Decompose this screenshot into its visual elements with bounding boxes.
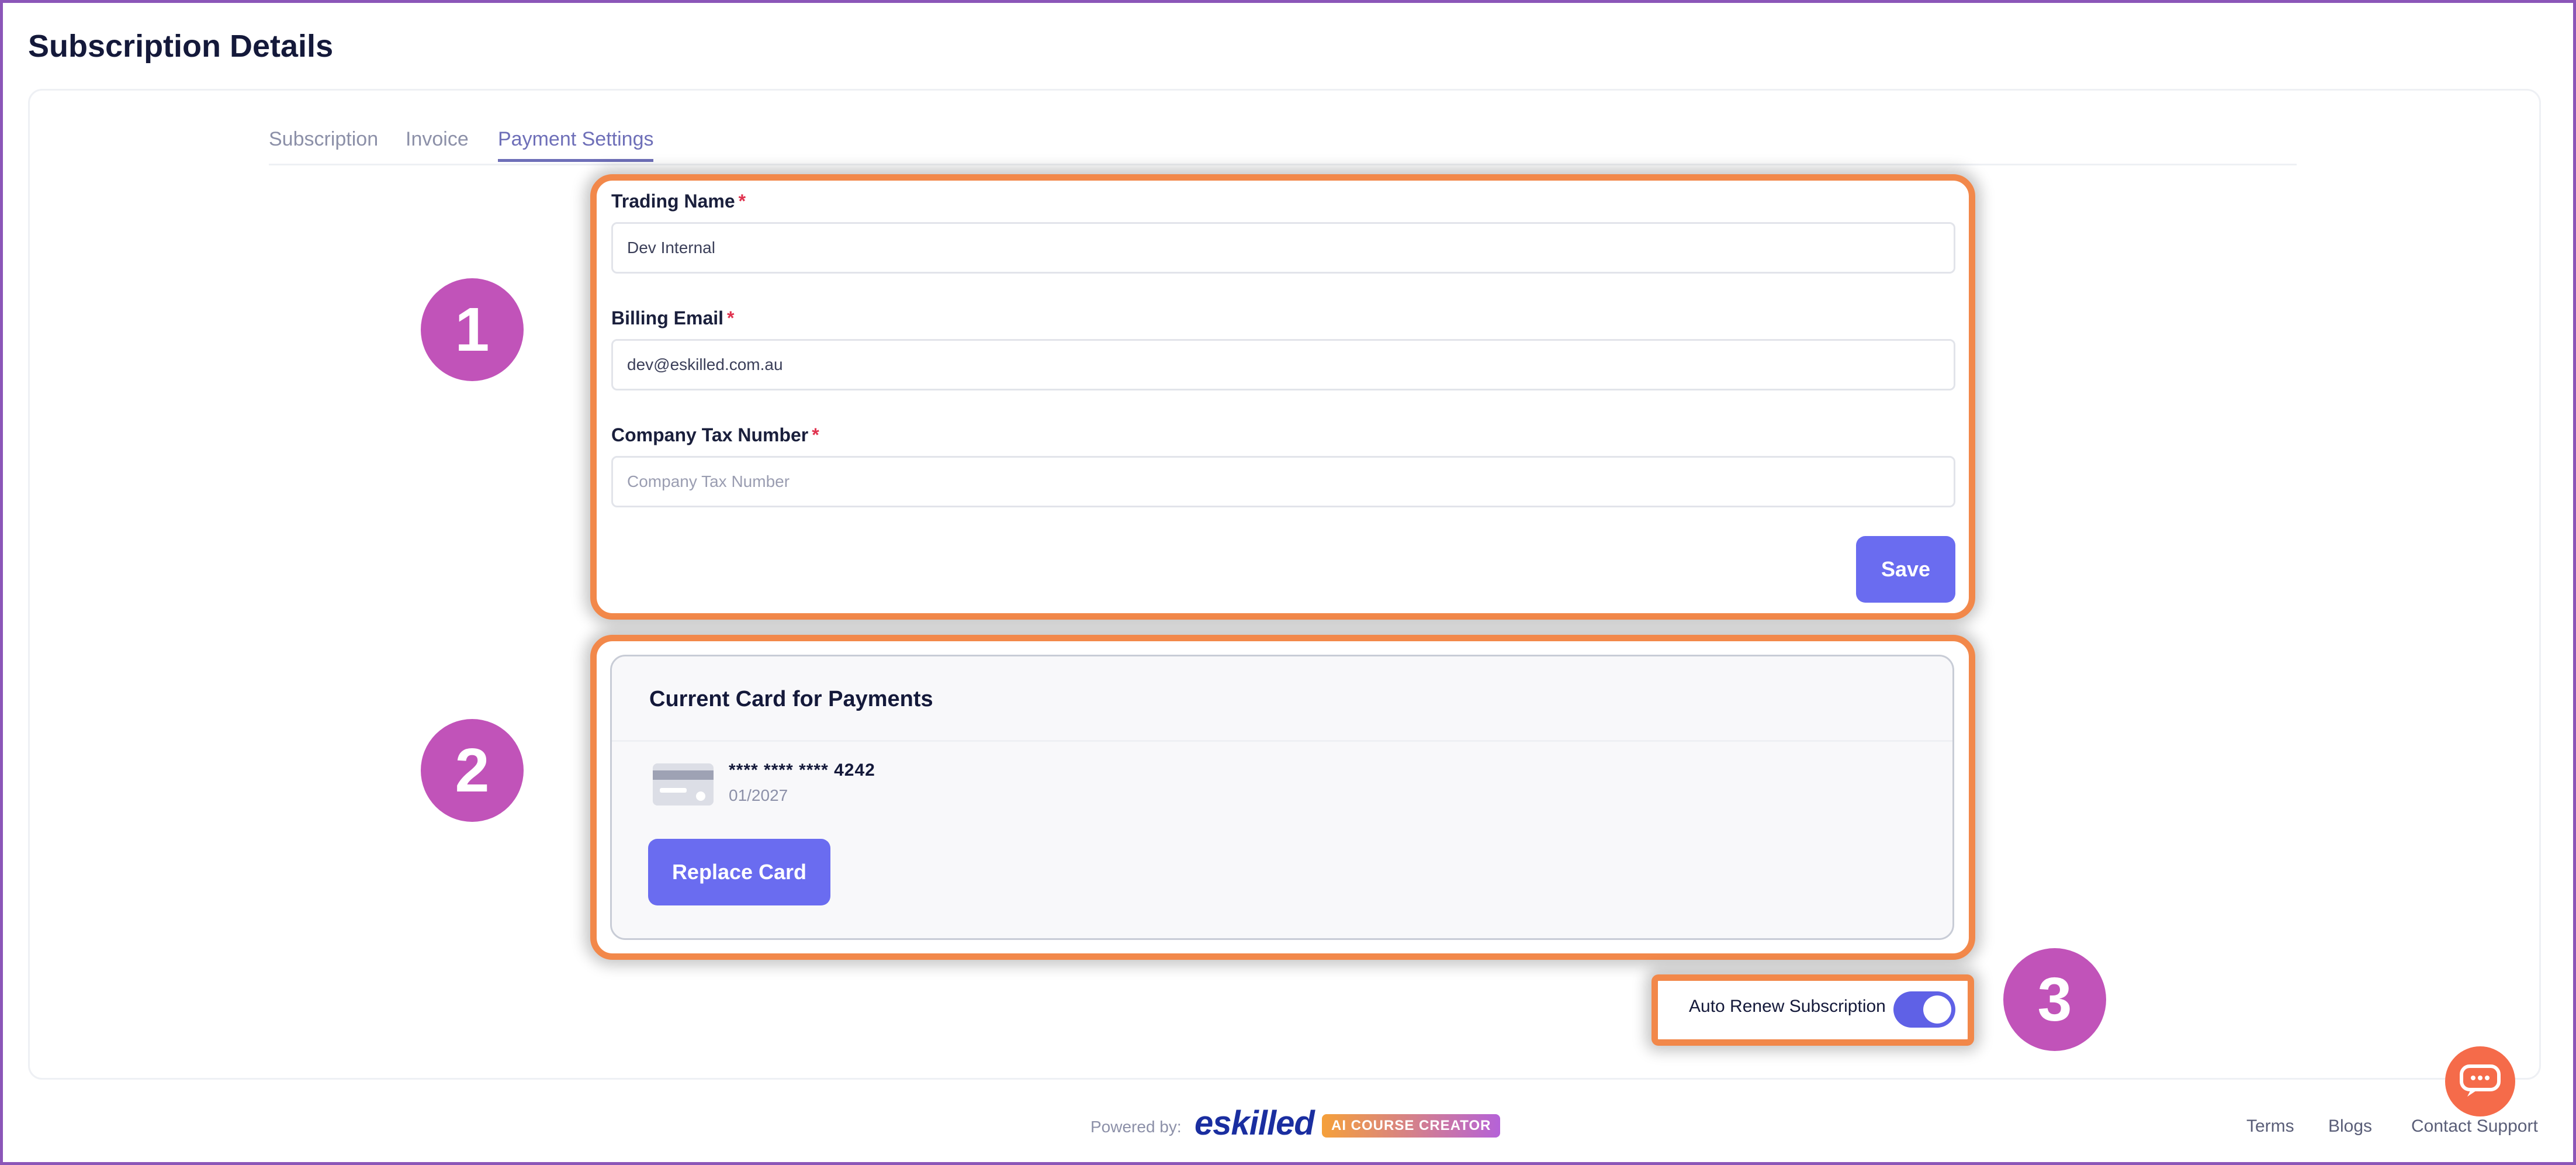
trading-name-label: Trading Name * bbox=[611, 191, 746, 212]
required-marker: * bbox=[738, 191, 746, 212]
billing-email-label-text: Billing Email bbox=[611, 307, 724, 329]
eskilled-logo: eskilled bbox=[1194, 1104, 1315, 1142]
chat-support-button[interactable] bbox=[2445, 1046, 2515, 1116]
toggle-knob bbox=[1923, 995, 1951, 1024]
card-panel-title: Current Card for Payments bbox=[649, 687, 933, 711]
footer-link-contact-support[interactable]: Contact Support bbox=[2411, 1116, 2538, 1136]
footer-link-terms[interactable]: Terms bbox=[2246, 1116, 2294, 1136]
card-mask: **** **** **** bbox=[729, 760, 829, 780]
annotation-step-3: 3 bbox=[2003, 948, 2106, 1051]
annotation-step-1: 1 bbox=[421, 278, 524, 381]
annotation-step-2: 2 bbox=[421, 719, 524, 822]
billing-email-input[interactable] bbox=[611, 339, 1955, 390]
tax-number-input[interactable] bbox=[611, 456, 1955, 507]
required-marker: * bbox=[727, 307, 735, 329]
trading-name-input[interactable] bbox=[611, 222, 1955, 274]
page-title: Subscription Details bbox=[28, 29, 334, 64]
footer-link-blogs[interactable]: Blogs bbox=[2328, 1116, 2372, 1136]
trading-name-label-text: Trading Name bbox=[611, 191, 735, 212]
ai-course-creator-badge: AI COURSE CREATOR bbox=[1322, 1114, 1501, 1138]
card-expiry: 01/2027 bbox=[729, 786, 788, 804]
save-button[interactable]: Save bbox=[1856, 536, 1955, 603]
auto-renew-toggle[interactable] bbox=[1893, 991, 1955, 1028]
credit-card-icon bbox=[653, 763, 714, 806]
tab-invoice[interactable]: Invoice bbox=[406, 128, 469, 159]
required-marker: * bbox=[812, 424, 819, 445]
tab-bar: Subscription Invoice Payment Settings bbox=[269, 126, 2297, 165]
powered-by-text: Powered by: bbox=[1090, 1118, 1182, 1136]
tab-subscription[interactable]: Subscription bbox=[269, 128, 378, 159]
tab-payment-settings[interactable]: Payment Settings bbox=[498, 128, 654, 162]
tax-number-label-text: Company Tax Number bbox=[611, 424, 809, 445]
card-panel-header: Current Card for Payments bbox=[612, 656, 1952, 742]
tax-number-label: Company Tax Number * bbox=[611, 424, 819, 446]
chat-bubble-icon bbox=[2460, 1064, 2501, 1097]
card-last4: 4242 bbox=[834, 760, 875, 780]
auto-renew-label: Auto Renew Subscription bbox=[1689, 997, 1886, 1016]
billing-email-label: Billing Email * bbox=[611, 307, 734, 329]
card-number: **** **** **** 4242 bbox=[729, 760, 875, 780]
replace-card-button[interactable]: Replace Card bbox=[648, 839, 830, 905]
current-card-panel: Current Card for Payments **** **** ****… bbox=[610, 655, 1954, 940]
